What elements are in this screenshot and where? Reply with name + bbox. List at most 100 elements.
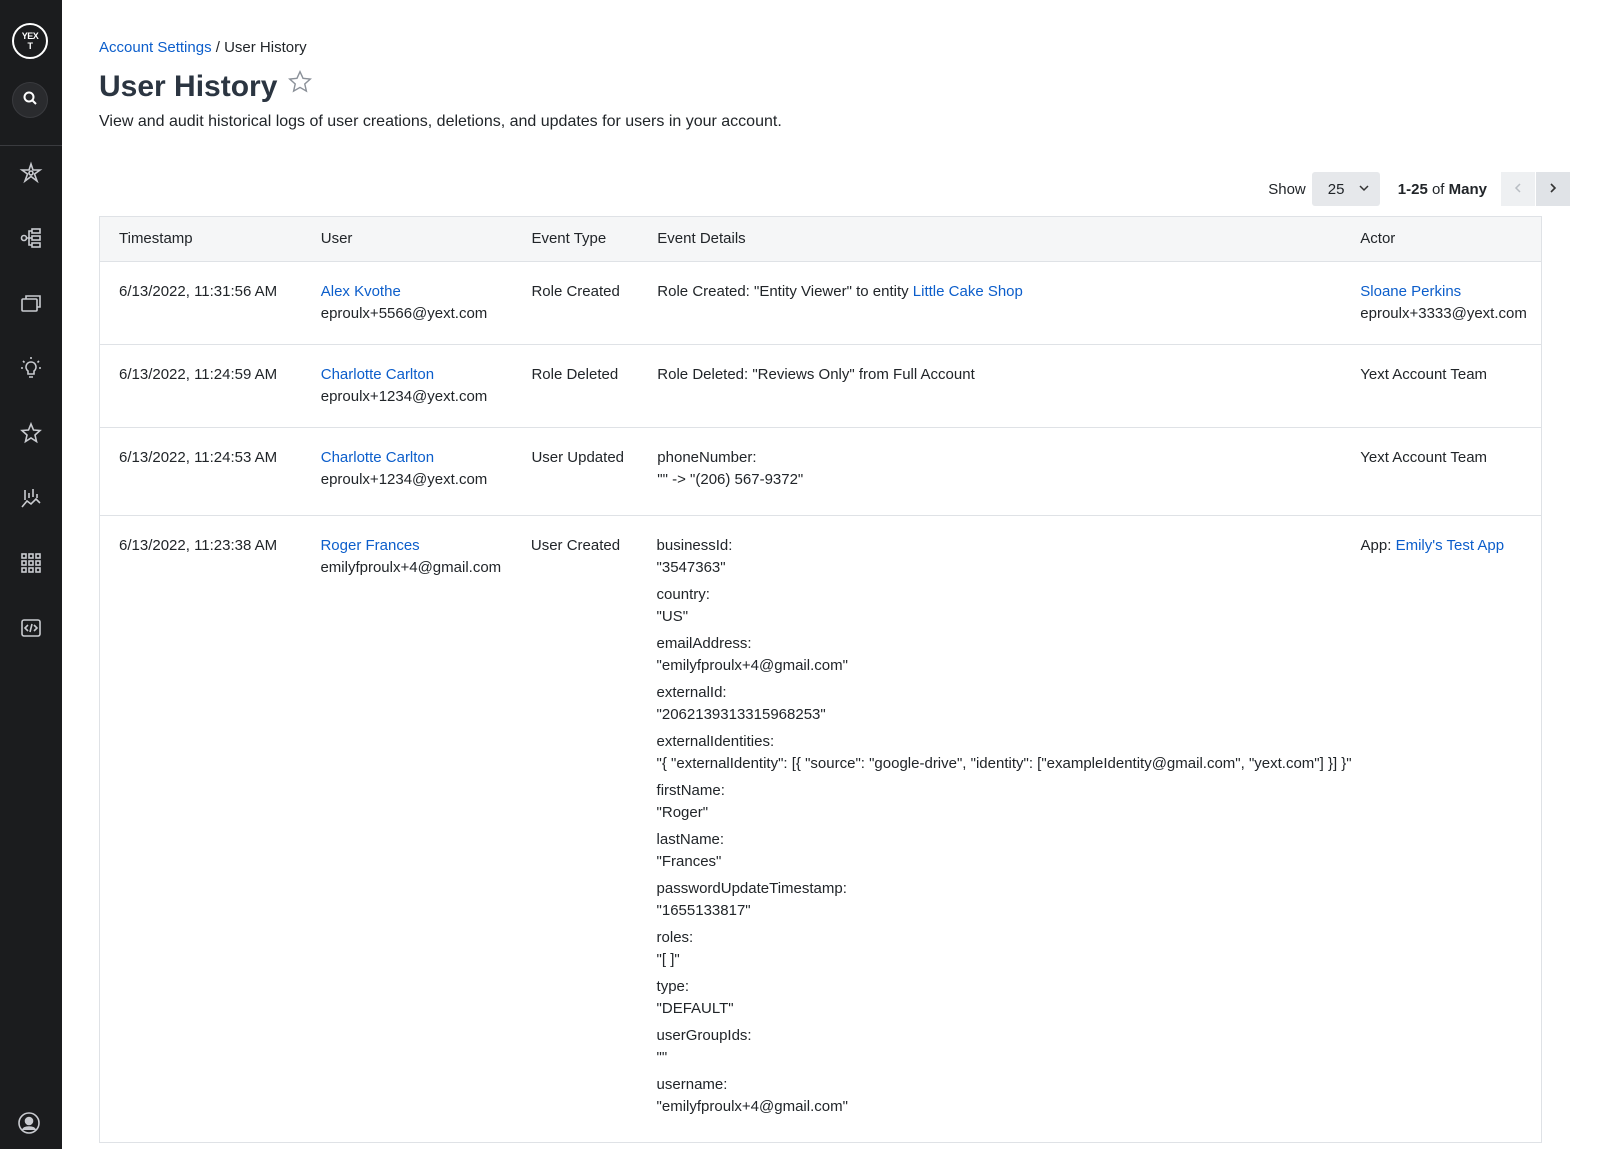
table-row: 6/13/2022, 11:31:56 AM Alex Kvothe eprou… [100,262,1541,345]
breadcrumb-current: User History [224,39,307,56]
page-size-value: 25 [1327,180,1345,198]
detail-pair: type: "DEFAULT" [657,976,1342,1020]
sidebar-item-insights[interactable] [16,355,46,385]
detail-value: "3547363" [656,559,726,576]
timestamp-cell: 6/13/2022, 11:31:56 AM [119,283,278,300]
sidebar-item-pages[interactable] [16,290,46,320]
table-row: 6/13/2022, 11:23:38 AM Roger Frances emi… [100,516,1541,1143]
table-header-row: Timestamp User Event Type Event Details … [100,217,1541,262]
user-cell: Roger Frances emilyfproulx+4@gmail.com [301,516,511,1142]
actor-cell: App: Emily's Test App [1342,516,1541,1142]
search-icon [23,91,37,110]
entity-link[interactable]: Little Cake Shop [913,283,1023,300]
event-type-cell: Role Created [531,283,620,300]
analytics-icon [19,486,43,515]
main-content: Account Settings / User History User His… [62,0,1600,1149]
next-page-button[interactable] [1536,172,1570,206]
actor-name-link[interactable]: Sloane Perkins [1360,281,1541,303]
sidebar-item-analytics[interactable] [16,485,46,515]
column-header-timestamp: Timestamp [119,230,193,247]
apps-grid-icon [20,552,42,579]
detail-pair: externalId: "2062139313315968253" [657,682,1342,726]
favorite-star-icon[interactable] [287,69,313,100]
actor-app-prefix: App: [1360,537,1396,554]
detail-key: userGroupIds: [656,1027,752,1044]
detail-key: country: [656,586,710,603]
detail-pair: passwordUpdateTimestamp: "1655133817" [657,878,1342,922]
detail-key: externalIdentities: [656,733,775,750]
sidebar-item-apps[interactable] [16,550,46,580]
column-header-user: User [320,230,353,247]
breadcrumb-separator: / [211,39,225,56]
detail-pair: username: "emilyfproulx+4@gmail.com" [657,1074,1342,1118]
table-row: 6/13/2022, 11:24:53 AM Charlotte Carlton… [100,428,1541,516]
detail-pair: userGroupIds: "" [657,1025,1342,1069]
user-cell: Charlotte Carlton eproulx+1234@yext.com [302,428,513,515]
sidebar-item-hierarchy[interactable] [16,225,46,255]
pagination: Show 25 1-25 of Many [1268,172,1570,206]
column-header-event-type: Event Type [531,230,607,247]
detail-key: phoneNumber: [657,449,757,466]
user-cell: Alex Kvothe eproulx+5566@yext.com [302,262,513,344]
hierarchy-icon [19,226,43,255]
detail-value: "" [656,1049,668,1066]
page-size-select[interactable]: 25 [1311,172,1380,206]
detail-value: "emilyfproulx+4@gmail.com" [656,1098,848,1115]
detail-key: firstName: [656,782,725,799]
chevron-down-icon [1358,181,1370,198]
logo-text: YEXT [21,31,39,51]
actor-cell: Sloane Perkins eproulx+3333@yext.com [1341,262,1541,344]
detail-value: "2062139313315968253" [656,706,826,723]
sidebar-item-reviews[interactable] [16,420,46,450]
user-email: eproulx+5566@yext.com [320,305,488,322]
actor-cell: Yext Account Team [1360,366,1488,383]
detail-pair: country: "US" [657,584,1342,628]
page-description: View and audit historical logs of user c… [99,113,782,130]
detail-value: "DEFAULT" [656,1000,734,1017]
event-details-text: Role Created: "Entity Viewer" to entity [657,283,913,300]
user-name-link[interactable]: Roger Frances [320,535,511,557]
user-name-link[interactable]: Charlotte Carlton [321,364,513,386]
pagination-range: 1-25 of Many [1398,181,1487,198]
sidebar-item-knowledge-graph[interactable] [16,160,46,190]
detail-value: "[ ]" [656,951,680,968]
global-search-button[interactable] [12,82,48,118]
breadcrumb-account-settings-link[interactable]: Account Settings [99,39,212,56]
detail-key: roles: [656,929,694,946]
user-avatar-button[interactable] [17,1111,41,1135]
chevron-right-icon [1547,181,1559,198]
detail-key: externalId: [656,684,727,701]
detail-value: "1655133817" [656,902,751,919]
knowledge-graph-icon [19,160,43,190]
sidebar-item-developer[interactable] [16,615,46,645]
sidebar: YEXT [0,0,62,1149]
column-header-actor: Actor [1360,230,1396,247]
user-cell: Charlotte Carlton eproulx+1234@yext.com [302,345,513,427]
detail-value: "{ "externalIdentity": [{ "source": "goo… [656,755,1352,772]
actor-app-link[interactable]: Emily's Test App [1396,537,1504,554]
detail-value: "Frances" [656,853,722,870]
table-row: 6/13/2022, 11:24:59 AM Charlotte Carlton… [100,345,1541,428]
detail-pair: externalIdentities: "{ "externalIdentity"… [656,731,1352,775]
user-avatar-icon [17,1112,41,1139]
detail-key: businessId: [656,537,733,554]
event-details-cell: phoneNumber: "" -> "(206) 567-9372" [638,428,1341,515]
user-history-table: Timestamp User Event Type Event Details … [99,216,1542,1143]
event-type-cell: User Created [530,537,621,554]
detail-key: username: [656,1076,728,1093]
developer-code-icon [19,616,43,645]
detail-pair: emailAddress: "emilyfproulx+4@gmail.com" [657,633,1342,677]
user-name-link[interactable]: Alex Kvothe [321,281,513,303]
user-name-link[interactable]: Charlotte Carlton [321,447,513,469]
range-total: Many [1448,180,1487,198]
previous-page-button[interactable] [1501,172,1535,206]
user-email: eproulx+1234@yext.com [320,471,488,488]
detail-pair: lastName: "Frances" [657,829,1342,873]
detail-value: "emilyfproulx+4@gmail.com" [656,657,848,674]
detail-value: "Roger" [656,804,709,821]
yext-logo[interactable]: YEXT [12,23,48,59]
column-header-event-details: Event Details [657,230,746,247]
lightbulb-icon [19,356,43,385]
event-details-cell: businessId: "3547363" country: "US" emailA… [638,516,1352,1142]
sidebar-divider [0,145,62,146]
